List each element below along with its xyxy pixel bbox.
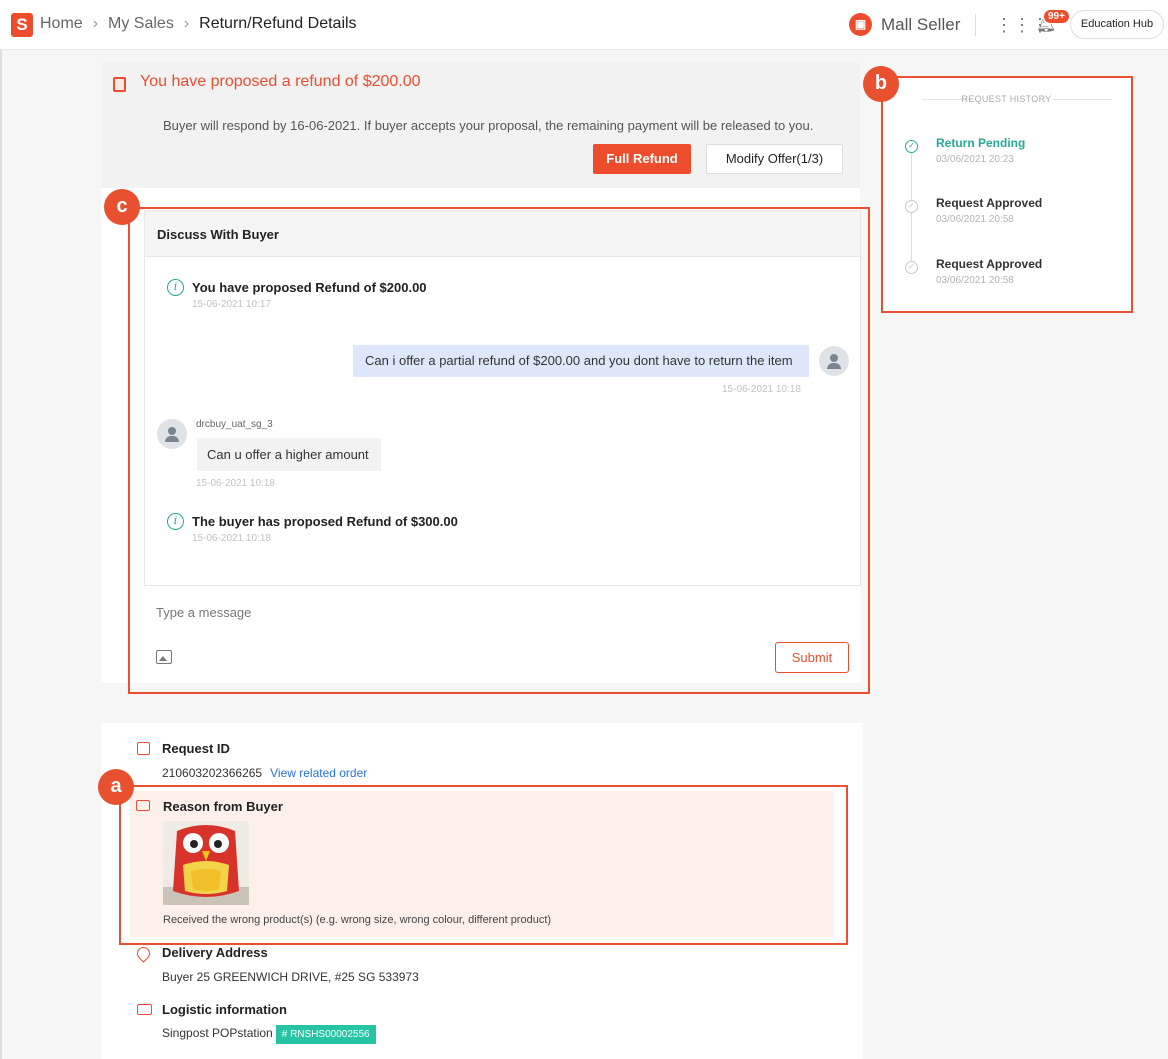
page-border	[0, 50, 2, 1059]
truck-icon	[137, 1004, 152, 1015]
mall-seller-label[interactable]: Mall Seller	[881, 15, 960, 35]
delivery-address-value: Buyer 25 GREENWICH DRIVE, #25 SG 533973	[162, 970, 419, 984]
annotation-box-a	[119, 785, 848, 945]
chevron-right-icon: ›	[92, 15, 99, 32]
breadcrumb-home[interactable]: Home	[40, 15, 83, 33]
breadcrumb-my-sales[interactable]: My Sales	[108, 15, 174, 33]
location-pin-icon	[134, 944, 153, 963]
logistic-row: Singpost POPstation # RNSHS00002556	[162, 1025, 376, 1044]
request-id-value: 210603202366265	[162, 766, 263, 780]
request-id-label: Request ID	[162, 741, 230, 756]
breadcrumb: Home › My Sales › Return/Refund Details	[40, 15, 357, 33]
request-id-row: 210603202366265 View related order	[162, 766, 367, 780]
logistic-provider: Singpost POPstation	[162, 1026, 273, 1040]
proposal-description: Buyer will respond by 16-06-2021. If buy…	[163, 118, 814, 133]
full-refund-button[interactable]: Full Refund	[593, 144, 691, 174]
education-hub-button[interactable]: Education Hub	[1070, 10, 1164, 39]
annotation-box-b	[881, 76, 1133, 313]
top-bar: S Home › My Sales › Return/Refund Details ▣ …	[0, 0, 1168, 50]
annotation-marker-a: a	[98, 769, 134, 805]
refund-proposal-panel: You have proposed a refund of $200.00 Bu…	[101, 63, 860, 188]
delivery-address-label: Delivery Address	[162, 945, 268, 960]
modify-offer-button[interactable]: Modify Offer(1/3)	[706, 144, 843, 174]
shopping-bag-icon: ▣	[849, 13, 872, 36]
notification-badge: 99+	[1043, 9, 1070, 24]
chevron-right-icon: ›	[183, 15, 190, 32]
proposal-title: You have proposed a refund of $200.00	[140, 73, 421, 90]
tracking-number-badge[interactable]: # RNSHS00002556	[275, 1025, 376, 1044]
shopee-logo-icon[interactable]: S	[11, 13, 33, 37]
annotation-box-c	[128, 207, 870, 694]
breadcrumb-current: Return/Refund Details	[199, 15, 357, 32]
divider	[975, 14, 976, 36]
document-icon	[137, 742, 150, 755]
annotation-marker-b: b	[863, 66, 899, 102]
annotation-marker-c: c	[104, 189, 140, 225]
document-icon	[113, 77, 126, 92]
logistic-info-label: Logistic information	[162, 1002, 287, 1017]
view-related-order-link[interactable]: View related order	[270, 766, 367, 780]
